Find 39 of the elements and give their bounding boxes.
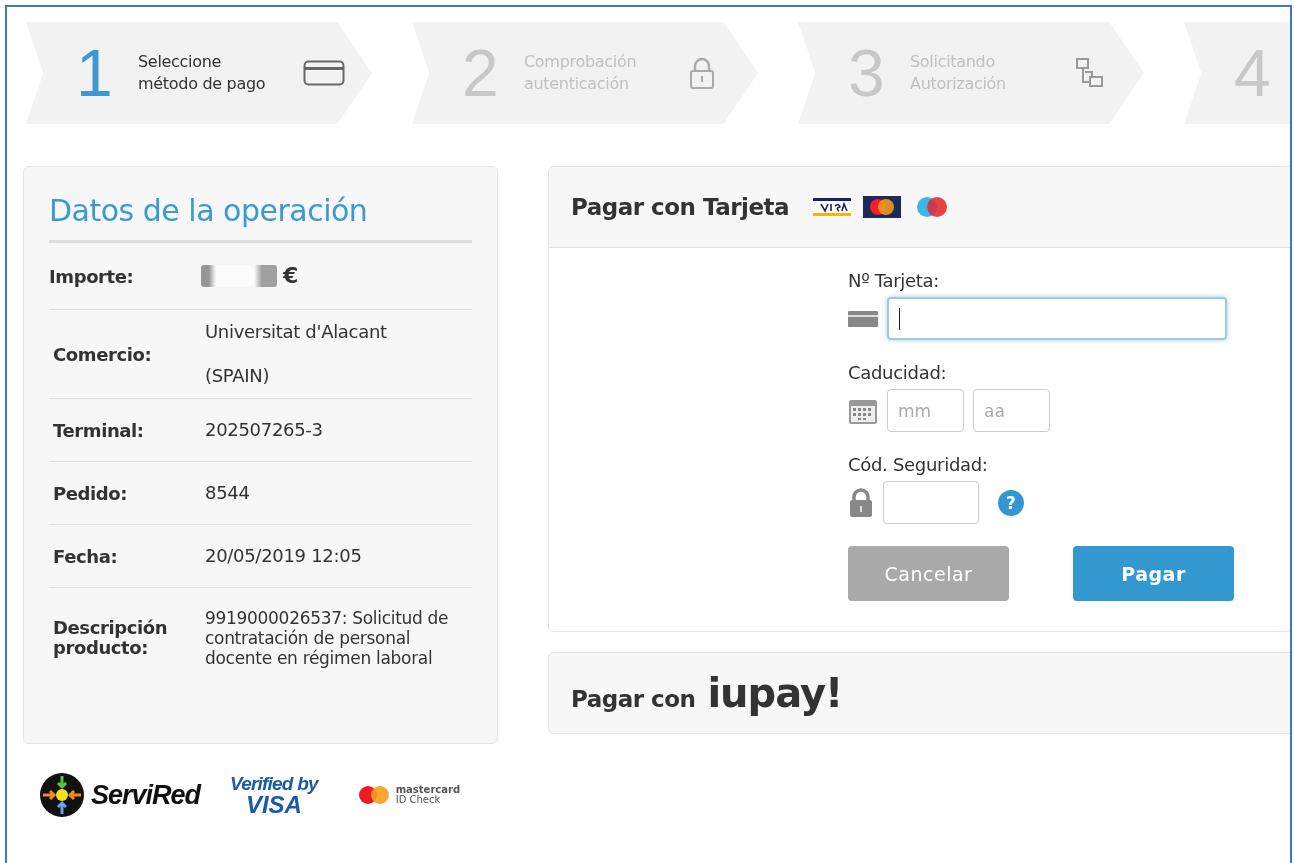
field-label: Importe: [49, 265, 135, 287]
card-brand-icon [813, 198, 851, 216]
brand-logo[interactable]: iupay! [707, 670, 843, 716]
logo-text: ServiRed [91, 779, 201, 811]
lock-icon [848, 487, 874, 518]
circles-logo-icon [357, 785, 390, 805]
help-button[interactable]: ? [998, 489, 1024, 516]
field-label: Nº Tarjeta: [848, 270, 941, 291]
step-label: Seleccione método de pago [138, 51, 267, 95]
field-label: Cód. Seguridad: [848, 454, 989, 475]
field-label: Pedido: [52, 482, 129, 504]
credit-card-icon [848, 308, 878, 329]
lock-icon [689, 57, 715, 89]
panel-title: Datos de la operación [49, 193, 472, 243]
network-icon [1075, 57, 1105, 89]
compass-logo-icon [39, 772, 85, 818]
card-number-field[interactable] [887, 297, 1227, 340]
month-field[interactable]: mm [887, 389, 964, 432]
step-number: 1 [76, 35, 114, 111]
panel-title: Pagar con [571, 685, 696, 712]
field-label: Terminal: [52, 419, 145, 441]
security-code-field[interactable] [883, 481, 979, 524]
field-value: 20/05/2019 12:05 [205, 544, 363, 568]
year-field[interactable]: aa [973, 389, 1050, 432]
credit-card-icon [303, 60, 345, 86]
panel-title: Pagar con Tarjeta [571, 194, 789, 220]
verified-logo: Verified by VISA [230, 773, 318, 817]
field-label: Caducidad: [848, 362, 948, 383]
field-value: € [283, 262, 298, 290]
field-value: Universitat d'Alacant (SPAIN) [205, 320, 388, 388]
field-label: Fecha: [52, 545, 119, 567]
card-brand-icon [863, 196, 901, 218]
pay-button[interactable]: Pagar [1073, 546, 1234, 601]
field-label: Comercio: [52, 343, 153, 365]
field-value: 202507265-3 [205, 418, 324, 442]
field-value: 9919000026537: Solicitud de contratación de personal docente en régimen laboral [205, 608, 450, 668]
logo-text: mastercard ID Check [395, 785, 461, 805]
field-value: 8544 [205, 481, 251, 505]
field-label: Descripción producto: [52, 618, 169, 658]
